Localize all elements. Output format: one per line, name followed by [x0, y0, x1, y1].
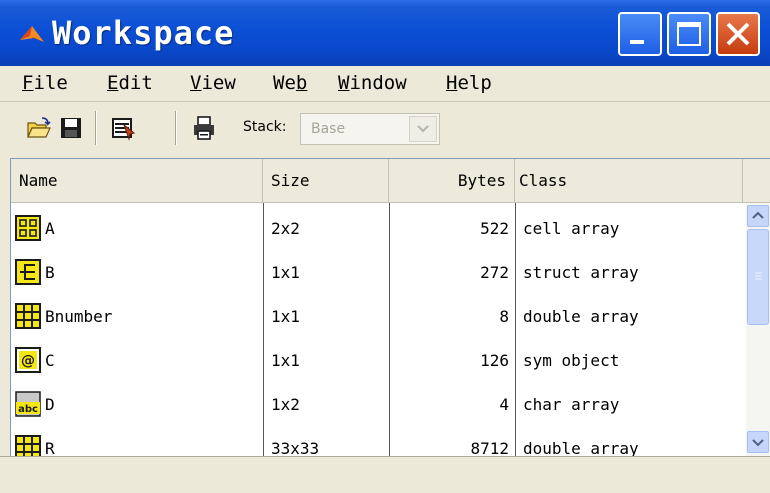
variable-class: double array: [523, 307, 639, 326]
chevron-down-icon: [417, 125, 429, 133]
table-row[interactable]: @ C 1x1 126 sym object: [11, 339, 743, 383]
window-title: Workspace: [52, 14, 235, 52]
stack-value: Base: [311, 121, 346, 137]
minimize-icon: [630, 40, 644, 44]
variable-name: C: [45, 351, 55, 370]
variable-name: A: [45, 219, 55, 238]
stack-label: Stack:: [243, 119, 287, 135]
chevron-up-icon: [752, 211, 764, 219]
variable-name: R: [45, 439, 55, 457]
cell-array-icon: [15, 215, 41, 241]
sym-object-icon: @: [15, 347, 41, 373]
scroll-down-button[interactable]: [747, 431, 769, 453]
save-icon[interactable]: [58, 115, 84, 141]
variable-bytes: 126: [480, 351, 509, 370]
print-icon[interactable]: [192, 115, 218, 141]
variable-name: Bnumber: [45, 307, 113, 326]
column-header-bytes[interactable]: Bytes: [389, 159, 515, 203]
maximize-icon: [677, 22, 701, 46]
variable-name: D: [45, 395, 55, 414]
variable-bytes: 272: [480, 263, 509, 282]
menu-bar: File Edit View Web Window Help: [0, 66, 770, 102]
workspace-window: Workspace File Edit View Web Window Help: [0, 0, 770, 493]
scroll-thumb[interactable]: [747, 229, 769, 325]
matlab-logo-icon: [20, 26, 44, 42]
variable-bytes: 8712: [470, 439, 509, 457]
table-header: Name Size Bytes Class: [11, 159, 770, 203]
svg-text:abc: abc: [18, 404, 38, 415]
variable-size: 1x1: [271, 351, 300, 370]
variable-bytes: 4: [499, 395, 509, 414]
toolbar: Stack: Base: [0, 103, 770, 155]
table-row[interactable]: Bnumber 1x1 8 double array: [11, 295, 743, 339]
dropdown-arrow-button[interactable]: [409, 116, 437, 142]
column-header-name[interactable]: Name: [11, 159, 263, 203]
variable-class: sym object: [523, 351, 620, 370]
scroll-up-button[interactable]: [747, 205, 769, 227]
variable-class: cell array: [523, 219, 620, 238]
table-row[interactable]: B 1x1 272 struct array: [11, 251, 743, 295]
double-array-icon: [15, 435, 41, 457]
variable-class: struct array: [523, 263, 639, 282]
stack-dropdown[interactable]: Base: [300, 113, 440, 145]
char-array-icon: abc: [15, 391, 41, 417]
svg-text:@: @: [21, 353, 35, 369]
title-bar[interactable]: Workspace: [0, 0, 770, 66]
variable-name: B: [45, 263, 55, 282]
toolbar-separator: [95, 111, 97, 145]
variable-size: 1x1: [271, 307, 300, 326]
vertical-scrollbar[interactable]: [746, 203, 770, 457]
variable-bytes: 8: [499, 307, 509, 326]
open-folder-icon[interactable]: [26, 115, 52, 141]
struct-array-icon: [15, 259, 41, 285]
column-header-class[interactable]: Class: [515, 159, 743, 203]
grip-icon: [755, 272, 762, 280]
menu-help[interactable]: Help: [446, 72, 492, 94]
variable-size: 2x2: [271, 219, 300, 238]
toolbar-separator: [175, 111, 177, 145]
variable-size: 33x33: [271, 439, 320, 457]
chevron-down-icon: [752, 439, 764, 447]
variable-bytes: 522: [480, 219, 509, 238]
variable-size: 1x2: [271, 395, 300, 414]
close-button[interactable]: [716, 12, 760, 56]
variable-class: char array: [523, 395, 620, 414]
variable-class: double array: [523, 439, 639, 457]
menu-window[interactable]: Window: [338, 72, 407, 94]
close-icon: [726, 22, 750, 46]
minimize-button[interactable]: [618, 12, 662, 56]
menu-web[interactable]: Web: [273, 72, 307, 94]
double-array-icon: [15, 303, 41, 329]
column-header-size[interactable]: Size: [263, 159, 389, 203]
variable-size: 1x1: [271, 263, 300, 282]
table-row[interactable]: A 2x2 522 cell array: [11, 207, 743, 251]
table-row[interactable]: abc D 1x2 4 char array: [11, 383, 743, 427]
maximize-button[interactable]: [667, 12, 711, 56]
menu-edit[interactable]: Edit: [107, 72, 153, 94]
status-bar: [0, 456, 770, 493]
workspace-table: Name Size Bytes Class A 2x2 522 cell arr…: [10, 158, 770, 457]
table-row[interactable]: R 33x33 8712 double array: [11, 427, 743, 457]
menu-view[interactable]: View: [190, 72, 236, 94]
import-data-icon[interactable]: [110, 115, 136, 141]
menu-file[interactable]: File: [22, 72, 68, 94]
